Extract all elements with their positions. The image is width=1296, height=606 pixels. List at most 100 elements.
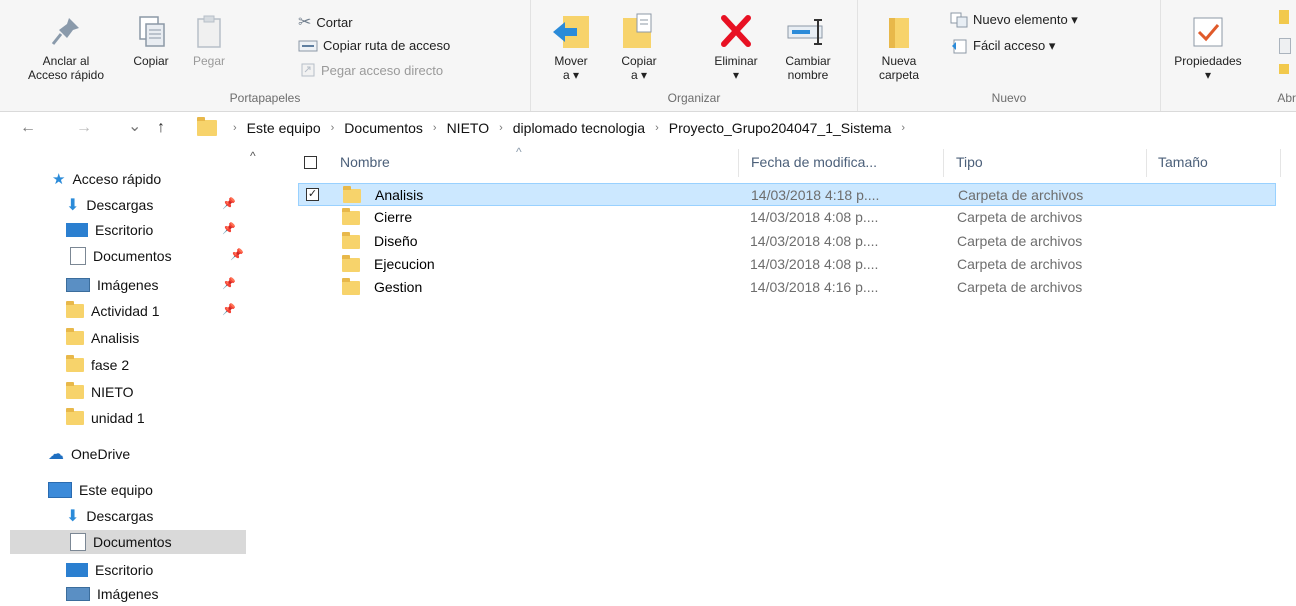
nav-quick-documentos[interactable]: Documentos — [66, 244, 172, 268]
pictures-icon — [66, 587, 90, 601]
column-header-size[interactable]: Tamaño — [1158, 150, 1278, 174]
nav-item-label: Descargas — [86, 197, 154, 213]
nav-pc-descargas[interactable]: ⬇ Descargas — [66, 504, 153, 528]
column-separator[interactable] — [738, 149, 739, 177]
file-type: Carpeta de archivos — [958, 187, 1084, 203]
pin-icon[interactable]: 📌 — [222, 197, 236, 210]
nav-quick-analisis[interactable]: Analisis — [66, 326, 139, 350]
move-to-button[interactable]: Mover a ▾ — [543, 12, 599, 82]
pin-icon[interactable]: 📌 — [222, 303, 236, 316]
nav-quick-access-label: Acceso rápido — [72, 171, 162, 187]
nav-quick-imagenes[interactable]: Imágenes — [66, 273, 158, 297]
nav-scrollbar[interactable]: ^ — [248, 145, 262, 604]
nav-item-label: Escritorio — [95, 562, 154, 578]
file-row-diseno[interactable]: Diseño 14/03/2018 4:08 p.... Carpeta de … — [298, 230, 1276, 253]
nav-pc-documentos[interactable]: Documentos — [10, 530, 246, 554]
group-organizar: Mover a ▾ Copiar a ▾ Eliminar ▾ Cambiar … — [531, 0, 858, 111]
breadcrumb-proyecto[interactable]: Proyecto_Grupo204047_1_Sistema — [669, 120, 892, 136]
move-to-label-2: a ▾ — [562, 68, 580, 82]
file-type: Carpeta de archivos — [957, 209, 1083, 225]
nav-this-pc[interactable]: Este equipo — [48, 478, 153, 502]
group-portapapeles: Anclar al Acceso rápido Copiar Pegar ✂ C… — [0, 0, 531, 111]
nav-quick-escritorio[interactable]: Escritorio — [66, 218, 153, 242]
file-date: 14/03/2018 4:08 p.... — [750, 209, 879, 225]
scroll-up-arrow[interactable]: ^ — [250, 149, 256, 163]
rename-button[interactable]: Cambiar nombre — [775, 12, 841, 82]
column-header-date-label: Fecha de modifica... — [751, 154, 878, 170]
breadcrumb-diplomado[interactable]: diplomado tecnologia — [513, 120, 645, 136]
folder-icon — [343, 186, 361, 203]
file-date: 14/03/2018 4:08 p.... — [750, 233, 879, 249]
new-folder-button[interactable]: Nueva carpeta — [868, 12, 930, 82]
nav-item-label: NIETO — [91, 384, 134, 400]
folder-icon — [342, 208, 360, 225]
move-to-label-1: Mover — [554, 54, 588, 68]
pin-icon — [51, 18, 79, 45]
breadcrumb-documentos[interactable]: Documentos — [344, 120, 423, 136]
file-row-ejecucion[interactable]: Ejecucion 14/03/2018 4:08 p.... Carpeta … — [298, 253, 1276, 276]
breadcrumb-separator: › — [901, 122, 906, 134]
file-name: Diseño — [374, 233, 418, 249]
column-separator[interactable] — [1280, 149, 1281, 177]
file-row-gestion[interactable]: Gestion 14/03/2018 4:16 p.... Carpeta de… — [298, 276, 1276, 299]
nav-this-pc-label: Este equipo — [79, 482, 153, 498]
nav-quick-fase2[interactable]: fase 2 — [66, 353, 129, 377]
properties-arrow: ▾ — [1204, 68, 1212, 82]
delete-button[interactable]: Eliminar ▾ — [701, 12, 771, 82]
copy-button[interactable]: Copiar — [124, 14, 178, 68]
nav-quick-descargas[interactable]: ⬇ Descargas — [66, 193, 153, 217]
pin-icon[interactable]: 📌 — [222, 222, 236, 235]
recent-locations-button[interactable]: ⌄ — [128, 116, 141, 136]
delete-label-2: ▾ — [732, 68, 740, 82]
up-button[interactable]: ↑ — [157, 119, 165, 137]
open-icon[interactable] — [1279, 10, 1289, 24]
pin-icon[interactable]: 📌 — [230, 248, 244, 261]
nav-pc-imagenes[interactable]: Imágenes — [66, 582, 158, 606]
breadcrumb-este-equipo[interactable]: Este equipo — [247, 120, 321, 136]
select-all-checkbox[interactable] — [304, 156, 317, 169]
cut-button[interactable]: ✂ Cortar — [298, 12, 353, 32]
nav-quick-actividad1[interactable]: Actividad 1 — [66, 299, 159, 323]
address-bar[interactable]: › Este equipo › Documentos › NIETO › dip… — [193, 116, 1296, 140]
file-type: Carpeta de archivos — [957, 233, 1083, 249]
new-item-label: Nuevo elemento ▾ — [973, 12, 1078, 27]
new-item-button[interactable]: Nuevo elemento ▾ — [950, 12, 1078, 28]
history-icon[interactable] — [1279, 64, 1289, 74]
breadcrumb-nieto[interactable]: NIETO — [447, 120, 490, 136]
group-label-nuevo: Nuevo — [991, 91, 1027, 105]
move-folder-icon — [553, 16, 589, 48]
folder-icon — [66, 382, 84, 399]
copy-to-button[interactable]: Copiar a ▾ — [611, 12, 667, 82]
properties-button[interactable]: Propiedades ▾ — [1165, 12, 1251, 82]
nav-quick-nieto[interactable]: NIETO — [66, 380, 134, 404]
pin-icon[interactable]: 📌 — [222, 277, 236, 290]
column-separator[interactable] — [1146, 149, 1147, 177]
file-name: Analisis — [375, 187, 424, 203]
nav-onedrive[interactable]: ☁ OneDrive — [48, 442, 130, 466]
forward-button[interactable]: → — [76, 119, 92, 137]
properties-check-icon — [1193, 17, 1223, 47]
file-name: Cierre — [374, 209, 413, 225]
back-button[interactable]: ← — [20, 119, 36, 137]
row-checkbox[interactable]: ✓ — [306, 188, 319, 201]
column-header-type[interactable]: Tipo — [956, 150, 1146, 174]
file-row-analisis[interactable]: ✓ Analisis 14/03/2018 4:18 p.... Carpeta… — [298, 183, 1276, 206]
column-header-name[interactable]: Nombre — [340, 150, 740, 174]
paste-button[interactable]: Pegar — [184, 14, 234, 68]
computer-icon — [48, 482, 72, 498]
column-header-name-label: Nombre — [340, 154, 390, 170]
nav-quick-access[interactable]: ★ Acceso rápido — [52, 167, 161, 191]
copy-path-button[interactable]: Copiar ruta de acceso — [298, 38, 450, 53]
nav-pc-escritorio[interactable]: Escritorio — [66, 558, 153, 582]
easy-access-button[interactable]: Fácil acceso ▾ — [950, 38, 1055, 54]
nav-quick-unidad1[interactable]: unidad 1 — [66, 406, 145, 430]
edit-icon[interactable] — [1279, 38, 1291, 54]
copy-label: Copiar — [133, 54, 169, 68]
column-header-date[interactable]: Fecha de modifica... — [751, 150, 941, 174]
pin-quick-access-button[interactable]: Anclar al Acceso rápido — [18, 14, 114, 82]
nav-item-label: Actividad 1 — [91, 303, 160, 319]
sort-arrow-icon: ^ — [516, 145, 522, 159]
file-row-cierre[interactable]: Cierre 14/03/2018 4:08 p.... Carpeta de … — [298, 206, 1276, 229]
column-separator[interactable] — [943, 149, 944, 177]
paste-shortcut-button[interactable]: Pegar acceso directo — [300, 62, 443, 78]
